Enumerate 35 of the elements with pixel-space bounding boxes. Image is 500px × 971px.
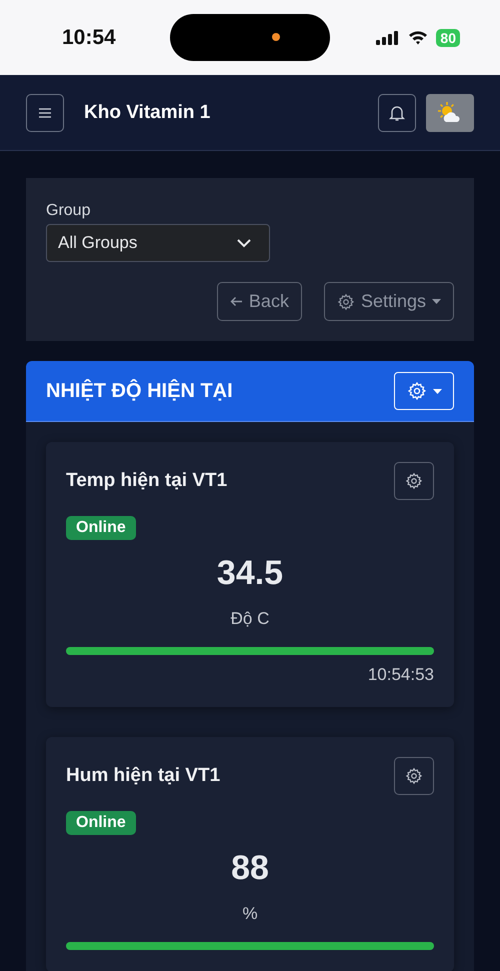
settings-icon [406,381,426,401]
card-title: Hum hiện tại VT1 [66,765,220,787]
signal-icon [376,30,400,44]
page-title: Kho Vitamin 1 [84,102,212,124]
caret-icon [432,388,442,394]
group-label: Group [46,202,92,220]
status-badge: Online [66,516,136,540]
wifi-icon [408,30,428,45]
notification-button[interactable] [378,94,416,132]
unit-label: % [242,904,258,924]
unit-label: Độ C [230,609,270,629]
caret-icon [432,299,441,304]
section-settings-button[interactable] [394,372,454,410]
sensor-value: 34.5 [216,554,284,593]
settings-button[interactable]: Settings [324,282,454,321]
battery-level: 80 [436,28,460,46]
arrow-left-icon [230,296,243,307]
card-title: Temp hiện tại VT1 [66,470,228,492]
settings-icon [336,292,355,310]
timestamp: 10:54:53 [368,665,434,685]
back-button[interactable]: Back [216,282,302,321]
menu-icon [39,108,51,118]
sensor-value: 88 [231,849,269,888]
status-badge: Online [66,811,136,835]
section-title: NHIỆT ĐỘ HIỆN TẠI [46,380,233,402]
settings-icon [405,472,423,490]
status-time: 10:54 [62,26,117,50]
group-select[interactable]: All Groups [46,224,270,262]
chevron-down-icon [237,238,251,248]
settings-icon [405,767,423,785]
card-settings-button[interactable] [394,757,434,795]
card-settings-button[interactable] [394,462,434,500]
menu-button[interactable] [26,94,64,132]
weather-button[interactable] [426,94,474,132]
bell-icon [389,104,405,122]
